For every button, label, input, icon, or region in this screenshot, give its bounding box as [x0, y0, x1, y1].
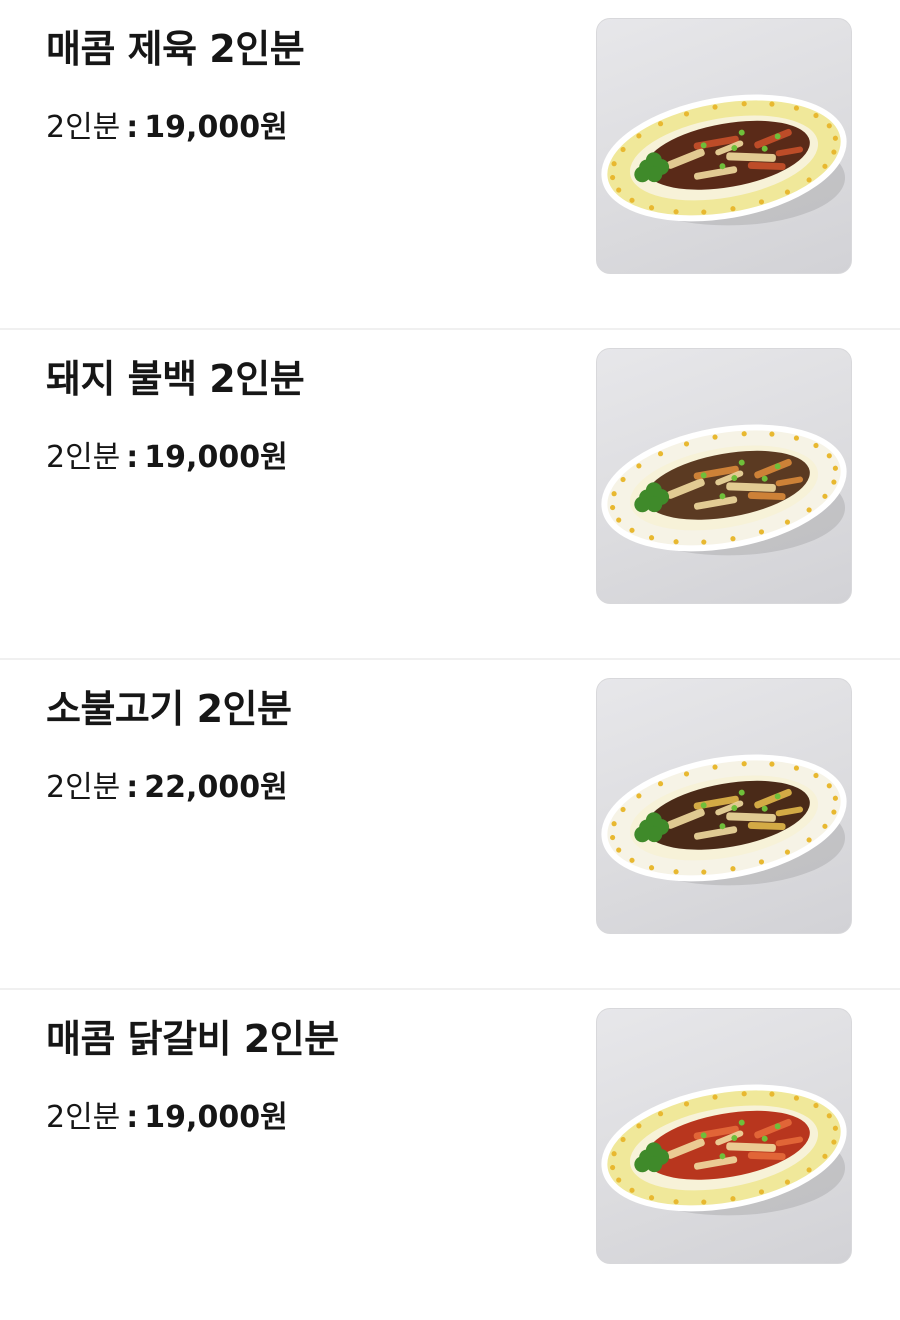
price-value: 19,000원: [144, 1100, 288, 1135]
menu-item[interactable]: 소불고기 2인분 2인분:22,000원: [0, 660, 900, 990]
menu-item-photo[interactable]: [596, 1008, 852, 1264]
price-value: 19,000원: [144, 110, 288, 145]
menu-item-photo[interactable]: [596, 348, 852, 604]
price-separator: :: [126, 110, 139, 145]
plate: [601, 754, 847, 882]
food-strip: [747, 161, 786, 171]
price-serving-label: 2인분: [46, 1100, 121, 1135]
menu-item-price-line: 2인분:19,000원: [46, 1098, 288, 1138]
menu-item[interactable]: 매콤 제육 2인분 2인분:19,000원: [0, 0, 900, 330]
price-separator: :: [126, 440, 139, 475]
menu-item-name: 소불고기 2인분: [46, 687, 292, 731]
plate: [601, 94, 847, 222]
menu-item-photo[interactable]: [596, 18, 852, 274]
food-strip: [747, 1151, 786, 1161]
food-strip: [747, 821, 786, 831]
price-serving-label: 2인분: [46, 110, 121, 145]
menu-item-price-line: 2인분:22,000원: [46, 768, 288, 808]
dish-illustration: [601, 754, 847, 886]
price-serving-label: 2인분: [46, 440, 121, 475]
price-separator: :: [126, 770, 139, 805]
menu-item-photo[interactable]: [596, 678, 852, 934]
menu-item[interactable]: 매콤 닭갈비 2인분 2인분:19,000원: [0, 990, 900, 1320]
menu-item[interactable]: 돼지 불백 2인분 2인분:19,000원: [0, 330, 900, 660]
dish-illustration: [601, 94, 847, 226]
dish-illustration: [601, 424, 847, 556]
price-value: 19,000원: [144, 440, 288, 475]
menu-item-price-line: 2인분:19,000원: [46, 108, 288, 148]
plate: [601, 1084, 847, 1212]
price-value: 22,000원: [144, 770, 288, 805]
price-separator: :: [126, 1100, 139, 1135]
menu-item-name: 돼지 불백 2인분: [46, 357, 305, 401]
food-strip: [747, 491, 786, 501]
price-serving-label: 2인분: [46, 770, 121, 805]
menu-item-name: 매콤 제육 2인분: [46, 27, 305, 71]
menu-list: 매콤 제육 2인분 2인분:19,000원 돼지 불백 2인분 2인분:19,0…: [0, 0, 900, 1320]
dish-illustration: [601, 1084, 847, 1216]
menu-item-name: 매콤 닭갈비 2인분: [46, 1017, 339, 1061]
plate: [601, 424, 847, 552]
menu-item-price-line: 2인분:19,000원: [46, 438, 288, 478]
